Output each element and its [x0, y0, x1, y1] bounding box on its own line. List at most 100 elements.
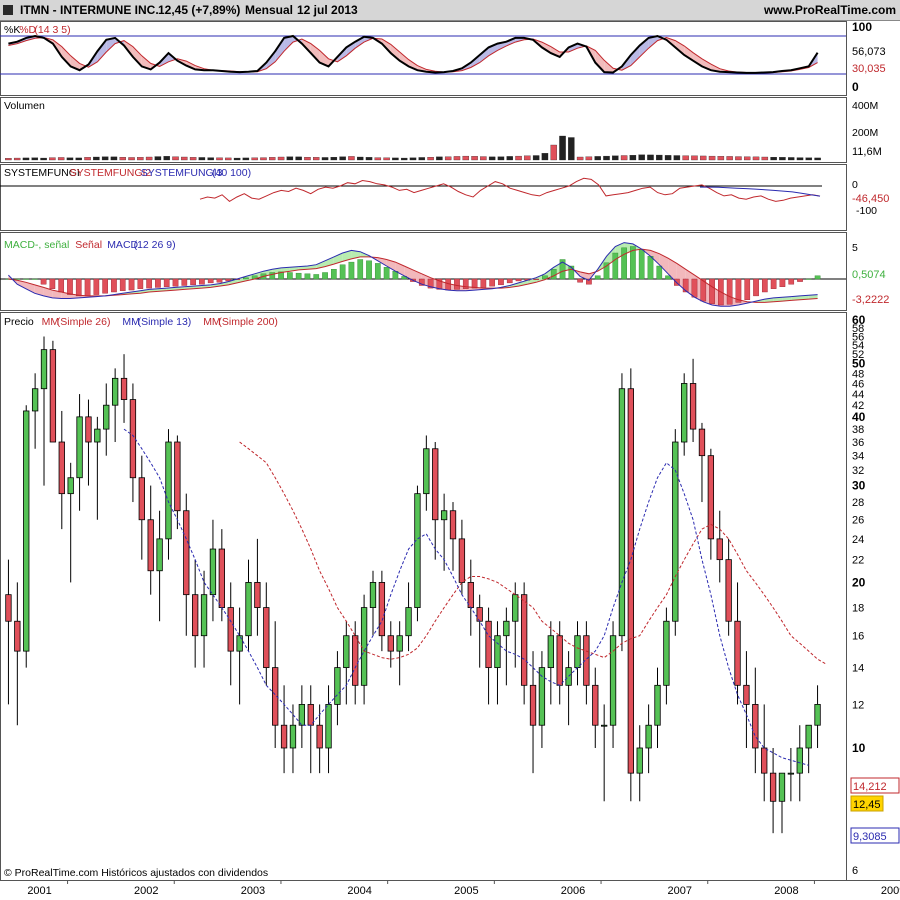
price-title-0: Precio	[4, 316, 34, 328]
candle-body	[627, 388, 634, 774]
candle-body	[67, 477, 74, 495]
candle-body	[76, 416, 83, 479]
candle-body	[227, 607, 234, 652]
candle-body	[432, 448, 439, 521]
stoch-d-value: 30,035	[852, 63, 886, 75]
candle-body	[565, 667, 572, 686]
volume-bar	[409, 157, 417, 161]
volume-bar	[356, 156, 364, 161]
price-tick-30: 30	[852, 479, 866, 493]
volume-bar	[735, 156, 742, 161]
year-label-2001: 2001	[27, 885, 51, 897]
candle-body	[209, 548, 217, 596]
candle-body	[245, 582, 252, 637]
macd-histogram-bar	[506, 278, 513, 284]
candle-body	[378, 582, 386, 637]
price-title-2: (Simple 26)	[57, 316, 111, 328]
volume-bar	[66, 157, 74, 161]
candle-body	[512, 594, 519, 622]
price-title-4: (Simple 13)	[138, 316, 192, 328]
macd-histogram-bar	[287, 272, 293, 280]
macd-histogram-bar	[691, 278, 698, 298]
macd-histogram-bar	[243, 277, 249, 280]
candle-body	[387, 635, 394, 652]
macd-histogram-bar	[533, 278, 539, 280]
volume-bar	[392, 157, 399, 161]
macd-histogram-bar	[14, 278, 21, 280]
candle-body	[316, 724, 323, 749]
volume-bar	[348, 156, 355, 161]
volume-bar	[603, 155, 610, 161]
volume-bar	[524, 155, 531, 161]
candle-body	[681, 383, 688, 443]
candle-body	[14, 620, 21, 652]
volume-bar	[321, 157, 329, 161]
macd-histogram-bar	[788, 278, 795, 285]
candle-body	[725, 559, 732, 622]
candle-body	[449, 510, 457, 540]
volume-bar	[260, 157, 267, 161]
chart-svg[interactable]: %K%D(14 3 5) 100056,07330,035Volumen 400M2…	[0, 0, 900, 900]
macd-axis-5: 5	[852, 242, 858, 254]
candle-body	[503, 620, 510, 637]
volume-bar	[277, 156, 285, 161]
candle-body	[645, 724, 652, 749]
stoch-k-value: 56,073	[852, 46, 886, 58]
price-tick-26: 26	[852, 515, 864, 527]
volume-bar	[40, 157, 47, 161]
macd-histogram-bar	[471, 278, 478, 289]
volume-bar	[427, 156, 434, 161]
volume-bar	[612, 155, 619, 161]
macd-histogram-bar	[75, 278, 82, 297]
volume-bar	[594, 156, 601, 161]
sf-axis-minus100: -100	[856, 205, 877, 217]
sf-title-3: (40 100)	[212, 167, 251, 179]
candle-body	[334, 667, 341, 705]
candle-body	[716, 538, 723, 561]
macd-title-1: Señal	[75, 239, 102, 251]
macd-histogram-bar	[111, 278, 117, 293]
macd-histogram-bar	[163, 278, 170, 288]
volume-bar	[647, 154, 654, 161]
macd-histogram-bar	[128, 278, 135, 291]
macd-histogram-bar	[119, 278, 126, 291]
year-label-2006: 2006	[561, 885, 585, 897]
macd-histogram-bar	[199, 278, 205, 285]
volume-bar	[779, 157, 786, 161]
candle-body	[289, 724, 297, 749]
price-tick-24: 24	[852, 534, 864, 546]
volume-bar	[189, 157, 197, 161]
price-title-6: (Simple 200)	[218, 316, 278, 328]
candle-body	[520, 594, 528, 686]
volume-bar	[436, 156, 443, 161]
macd-histogram-bar	[709, 278, 715, 304]
macd-histogram-bar	[726, 278, 733, 305]
macd-histogram-bar	[779, 278, 786, 288]
candle-body	[120, 377, 128, 400]
candle-body	[601, 724, 608, 727]
volume-bar	[365, 157, 373, 161]
macd-histogram-bar	[805, 278, 812, 280]
candle-body	[734, 620, 741, 686]
macd-histogram-bar	[331, 269, 337, 280]
candle-body	[263, 607, 270, 669]
volume-bar	[251, 157, 258, 161]
macd-histogram-bar	[445, 278, 452, 291]
macd-histogram-bar	[102, 278, 108, 294]
year-label-2009: 2009	[881, 885, 900, 897]
volume-bar	[330, 156, 338, 161]
macd-histogram-bar	[207, 278, 214, 284]
price-tick-16: 16	[852, 631, 864, 643]
volume-bar	[93, 156, 100, 161]
price-tick-36: 36	[852, 437, 864, 449]
volume-bar	[673, 155, 681, 161]
macd-title-3: (12 26 9)	[134, 239, 176, 251]
volume-bar	[216, 157, 223, 161]
volume-bar	[752, 156, 760, 161]
candle-body	[183, 510, 190, 596]
volume-bar	[374, 157, 382, 161]
volume-bar	[453, 156, 461, 161]
panel-volume	[0, 97, 847, 163]
candle-body	[85, 416, 92, 443]
stoch-title-0: %K	[4, 24, 20, 36]
